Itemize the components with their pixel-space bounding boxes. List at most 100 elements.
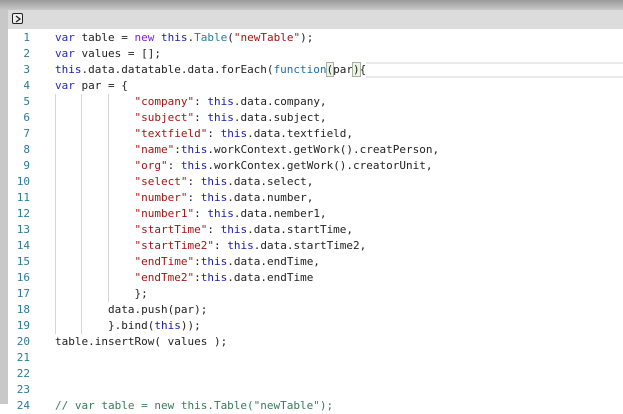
code-text: "number": this.data.number, [134,191,314,204]
line-number: 24 [16,399,30,412]
code-line[interactable]: 15 "endTime":this.data.endTime, [8,254,623,270]
token-br: ( [325,62,335,77]
code-text: "select": this.data.select, [134,175,314,188]
code-line[interactable]: 12 "number1": this.data.nember1, [8,206,623,222]
token-th: this [200,271,228,284]
code-line[interactable]: 7 "textfield": this.data.textfield, [8,126,623,142]
token-kw: var [55,79,75,92]
indent-guide [107,238,109,254]
code-line[interactable]: 17 }; [8,286,623,302]
indent-guide [81,190,83,206]
indent-guide [107,222,109,238]
line-number: 11 [16,191,30,204]
code-line[interactable]: 19 }.bind(this)); [8,318,623,334]
indent-guide [55,238,56,254]
code-text: "endTme2":this.data.endTime [134,271,314,284]
indent-guide [55,302,56,318]
line-number: 14 [16,239,30,252]
code-line[interactable]: 13 "startTime": this.data.startTime, [8,222,623,238]
code-text: "startTime": this.data.startTime, [134,223,354,236]
code-line[interactable]: 14 "startTime2": this.data.startTime2, [8,238,623,254]
indent-guide [107,206,109,222]
token-str: "startTime2" [134,239,214,252]
indent-guide [55,206,56,222]
code-text: }.bind(this)); [107,319,201,332]
code-text: "company": this.data.company, [134,95,327,108]
token-str: "select" [134,175,188,188]
indent-guide [81,126,83,142]
code-line[interactable]: 4 var par = { [8,78,623,94]
code-line[interactable]: 10 "select": this.data.select, [8,174,623,190]
code-line[interactable]: 11 "number": this.data.number, [8,190,623,206]
indent-guide [81,238,83,254]
code-text: "textfield": this.data.textfield, [134,127,354,140]
token-str: "company" [134,95,195,108]
code-text: table.insertRow( values ); [55,335,228,348]
line-number: 4 [23,79,30,92]
code-text: this.data.datatable.data.forEach(functio… [55,62,367,78]
indent-guide [81,302,83,318]
indent-guide [107,190,109,206]
code-line[interactable]: 22 [8,366,623,382]
code-line[interactable]: 18 data.push(par); [8,302,623,318]
token-str: "startTime" [134,223,208,236]
token-th: this [160,31,188,44]
indent-guide [107,142,109,158]
code-text: "startTime2": this.data.startTime2, [134,239,367,252]
token-str: "subject" [134,111,195,124]
code-line[interactable]: 2 var values = []; [8,46,623,62]
line-number: 16 [16,271,30,284]
code-line[interactable]: 23 [8,382,623,398]
token-br: ) [352,62,361,77]
token-th: this [200,191,228,204]
token-th: this [55,63,82,76]
indent-guide [107,126,109,142]
indent-guide [55,110,56,126]
code-line[interactable]: 16 "endTme2":this.data.endTime [8,270,623,286]
indent-guide [107,94,109,110]
indent-guide [107,110,109,126]
indent-guide [81,94,83,110]
indent-guide [107,254,109,270]
token-th: this [207,207,234,220]
code-line[interactable]: 1 var table = new this.Table("newTable"); [8,30,623,46]
token-th: this [180,159,208,172]
code-line[interactable]: 8 "name":this.workContext.getWork().crea… [8,142,623,158]
token-cm: // var table = new this.Table("newTable"… [55,399,334,412]
expand-button[interactable] [12,13,23,24]
code-text: "endTime":this.data.endTime, [134,255,320,268]
window-title-bar [0,0,623,10]
line-number: 19 [16,319,30,332]
code-editor[interactable]: 1 var table = new this.Table("newTable");… [0,29,623,412]
line-number: 5 [23,95,30,108]
line-number: 7 [23,127,30,140]
line-number: 15 [16,255,30,268]
editor-toolbar [0,10,623,29]
indent-guide [55,254,56,270]
code-text: "subject": this.data.subject, [134,111,327,124]
code-line[interactable]: 6 "subject": this.data.subject, [8,110,623,126]
code-text: var values = []; [55,47,161,60]
code-line[interactable]: 3 this.data.datatable.data.forEach(functi… [8,62,623,78]
token-th: this [227,239,254,252]
indent-guide [81,222,83,238]
line-number: 21 [16,351,30,364]
line-number: 20 [16,335,30,348]
code-line[interactable]: 5 "company": this.data.company, [8,94,623,110]
code-line[interactable]: 9 "org": this.workContex.getWork().creat… [8,158,623,174]
indent-guide [55,94,56,110]
chevron-right-icon [15,15,22,23]
line-number: 23 [16,383,30,396]
indent-guide [107,270,109,286]
token-str: "org" [134,159,168,172]
line-number: 2 [23,47,30,60]
code-text: "org": this.workContex.getWork().creator… [134,159,433,172]
token-kw: var [55,47,75,60]
token-str: "newTable" [233,31,301,44]
line-number: 9 [23,159,30,172]
code-line[interactable]: 20 table.insertRow( values ); [8,334,623,350]
line-number: 18 [16,303,30,316]
code-line[interactable]: 21 [8,350,623,366]
indent-guide [55,318,56,334]
code-line[interactable]: 24 // var table = new this.Table("newTabl… [8,398,623,414]
